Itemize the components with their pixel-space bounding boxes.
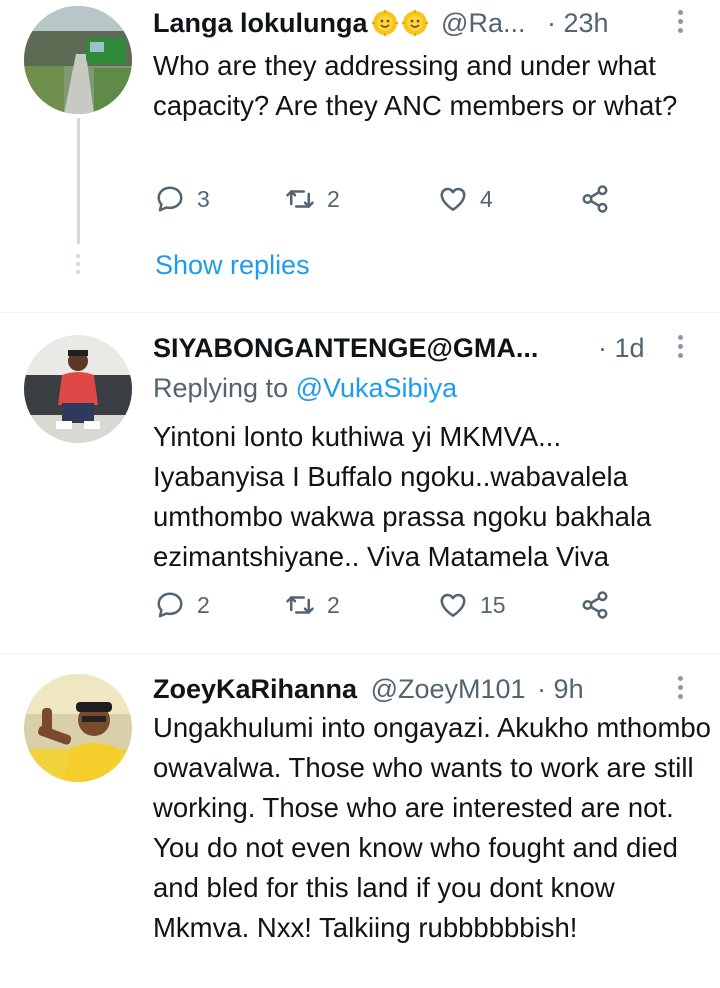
heart-icon — [440, 593, 466, 617]
show-replies-link[interactable]: Show replies — [155, 250, 310, 281]
smiley-sun-emoji-icon — [401, 10, 428, 36]
tweet-actions: 3 2 4 — [155, 184, 635, 224]
avatar[interactable] — [24, 674, 132, 782]
replying-prefix: Replying to — [153, 373, 296, 403]
tweet-text: Who are they addressing and under what c… — [153, 50, 678, 121]
like-count: 15 — [480, 591, 506, 618]
like-button[interactable]: 15 — [438, 590, 506, 620]
reply-icon — [157, 592, 183, 618]
tweet-text: Ungakhulumi into ongayazi. Akukho mthomb… — [153, 712, 711, 943]
share-icon — [582, 185, 608, 213]
smiley-sun-emoji-icon — [371, 10, 398, 36]
tweet-time[interactable]: · 1d — [598, 333, 645, 363]
tweet-time[interactable]: · 9h — [537, 674, 584, 704]
like-count: 4 — [480, 185, 493, 212]
retweet-count: 2 — [327, 591, 340, 618]
reply-icon — [157, 186, 183, 212]
reply-count: 3 — [197, 185, 210, 212]
retweet-button[interactable]: 2 — [285, 590, 340, 620]
share-icon — [582, 591, 608, 619]
reply-button[interactable]: 2 — [155, 590, 210, 620]
like-button[interactable]: 4 — [438, 184, 493, 214]
tweet-3[interactable]: ZoeyKaRihanna @ZoeyM101 · 9h Ungakhulumi… — [0, 654, 720, 988]
more-options-icon[interactable] — [676, 10, 686, 37]
display-name[interactable]: SIYABONGANTENGE@GMA... — [153, 333, 538, 363]
display-name[interactable]: Langa lokulunga — [153, 8, 368, 38]
tweet-time[interactable]: · 23h — [547, 8, 609, 38]
more-options-icon[interactable] — [676, 335, 686, 362]
retweet-icon — [286, 190, 314, 208]
display-name[interactable]: ZoeyKaRihanna — [153, 674, 357, 704]
heart-icon — [440, 187, 466, 211]
tweet-2[interactable]: SIYABONGANTENGE@GMA... · 1d Replying to … — [0, 313, 720, 653]
retweet-button[interactable]: 2 — [285, 184, 340, 214]
tweet-1[interactable]: Langa lokulunga @Ra... · 23h Who are the… — [0, 0, 720, 312]
user-handle[interactable]: @Ra... — [441, 8, 525, 38]
replying-to: Replying to @VukaSibiya — [153, 373, 457, 404]
share-button[interactable] — [580, 184, 610, 214]
tweet-text: Yintoni lonto kuthiwa yi MKMVA... Iyaban… — [153, 421, 652, 572]
user-handle[interactable]: @ZoeyM101 — [371, 674, 526, 704]
thread-more-dots — [76, 254, 81, 278]
avatar[interactable] — [24, 335, 132, 443]
retweet-count: 2 — [327, 185, 340, 212]
more-options-icon[interactable] — [676, 676, 686, 703]
retweet-icon — [286, 596, 314, 614]
avatar[interactable] — [24, 6, 132, 114]
reply-button[interactable]: 3 — [155, 184, 210, 214]
tweet-actions: 2 2 15 — [155, 590, 635, 630]
reply-count: 2 — [197, 591, 210, 618]
thread-line — [77, 118, 80, 244]
share-button[interactable] — [580, 590, 610, 620]
replying-to-mention[interactable]: @VukaSibiya — [296, 373, 458, 403]
